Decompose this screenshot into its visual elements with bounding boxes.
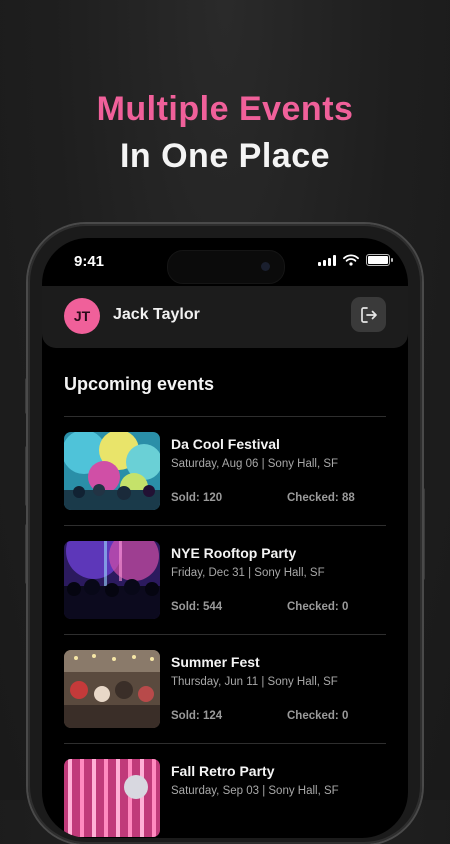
event-name: Summer Fest — [171, 654, 260, 670]
event-row[interactable]: NYE Rooftop Party Friday, Dec 31 | Sony … — [64, 526, 386, 635]
event-row[interactable]: Summer Fest Thursday, Jun 11 | Sony Hall… — [64, 635, 386, 744]
event-checked: Checked: 0 — [287, 710, 349, 722]
event-thumbnail — [64, 541, 160, 619]
event-row[interactable]: Fall Retro Party Saturday, Sep 03 | Sony… — [64, 744, 386, 838]
status-time: 9:41 — [74, 253, 105, 270]
cellular-signal-icon — [318, 254, 336, 266]
event-checked: Checked: 88 — [287, 492, 355, 504]
event-name: Da Cool Festival — [171, 436, 280, 452]
logout-button[interactable] — [351, 297, 386, 332]
event-list: Da Cool Festival Saturday, Aug 06 | Sony… — [64, 416, 386, 838]
avatar[interactable]: JT — [64, 298, 100, 334]
app-header: JT Jack Taylor — [42, 286, 408, 348]
event-date: Thursday, Jun 11 | Sony Hall, SF — [171, 676, 338, 688]
headline-line-1: Multiple Events — [96, 90, 354, 128]
event-thumbnail — [64, 759, 160, 837]
event-date: Friday, Dec 31 | Sony Hall, SF — [171, 567, 325, 579]
event-date: Saturday, Aug 06 | Sony Hall, SF — [171, 458, 339, 470]
status-icons — [318, 254, 393, 266]
phone-screen: 9:41 JT Jack Taylor Upcoming events Da C… — [42, 238, 408, 838]
event-checked: Checked: 0 — [287, 601, 349, 613]
event-sold: Sold: 124 — [171, 710, 223, 722]
camera-icon — [261, 262, 270, 271]
event-name: Fall Retro Party — [171, 763, 275, 779]
event-thumbnail — [64, 432, 160, 510]
event-thumbnail — [64, 650, 160, 728]
event-name: NYE Rooftop Party — [171, 545, 297, 561]
wifi-icon — [343, 254, 359, 266]
logout-icon — [360, 306, 377, 323]
event-date: Saturday, Sep 03 | Sony Hall, SF — [171, 785, 339, 797]
headline-line-2: In One Place — [119, 137, 331, 175]
event-sold: Sold: 120 — [171, 492, 223, 504]
event-sold: Sold: 544 — [171, 601, 223, 613]
event-row[interactable]: Da Cool Festival Saturday, Aug 06 | Sony… — [64, 417, 386, 526]
section-title: Upcoming events — [64, 374, 215, 394]
user-name: Jack Taylor — [113, 306, 200, 323]
dynamic-island — [167, 250, 285, 284]
battery-icon — [366, 254, 393, 266]
